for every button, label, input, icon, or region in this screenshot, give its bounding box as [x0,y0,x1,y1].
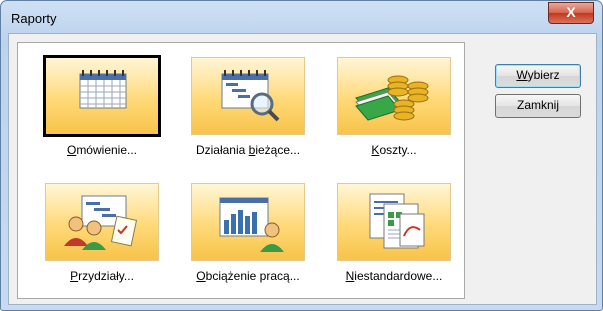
report-category-panel: Omówienie... Działania bieżące... Koszty… [17,42,465,299]
tile-custom-label: Niestandardowe... [345,269,443,283]
tile-custom[interactable]: Niestandardowe... [328,181,460,297]
money-coins-icon [355,75,429,121]
tile-overview-label: Omówienie... [66,143,138,157]
custom-documents-icon [369,193,425,249]
tile-current-activities[interactable]: Działania bieżące... [182,55,314,171]
select-button-label: Wybierz [516,68,560,82]
title-bar[interactable]: Raporty X [1,1,602,33]
gantt-magnifier-icon [221,70,280,122]
dialog-title: Raporty [11,11,57,26]
tile-overview-card [43,55,161,137]
tile-assignments-label: Przydziały... [70,269,134,283]
tile-assignments[interactable]: Przydziały... [36,181,168,297]
close-button-label: Zamknij [516,98,559,112]
tile-overview[interactable]: Omówienie... [36,55,168,171]
close-window-button[interactable]: X [548,2,594,24]
tile-costs-card [337,57,451,135]
tile-workload-card [191,183,305,261]
tile-workload[interactable]: Obciążenie pracą... [182,181,314,297]
select-button[interactable]: Wybierz [495,64,581,88]
tile-custom-card [337,183,451,261]
reports-dialog: Raporty X Omówienie... Działania bieżące… [0,0,603,311]
calendar-grid-icon [79,70,127,109]
tile-current-activities-label: Działania bieżące... [195,143,301,157]
tile-current-activities-card [191,57,305,135]
workload-chart-icon [219,197,284,252]
close-icon: X [566,4,576,20]
tile-workload-label: Obciążenie pracą... [196,269,300,283]
tile-costs[interactable]: Koszty... [328,55,460,171]
dialog-client-area: Omówienie... Działania bieżące... Koszty… [8,33,597,305]
people-assignment-icon [64,195,138,250]
close-button[interactable]: Zamknij [495,94,581,118]
tile-assignments-card [45,183,159,261]
tile-costs-label: Koszty... [371,143,417,157]
